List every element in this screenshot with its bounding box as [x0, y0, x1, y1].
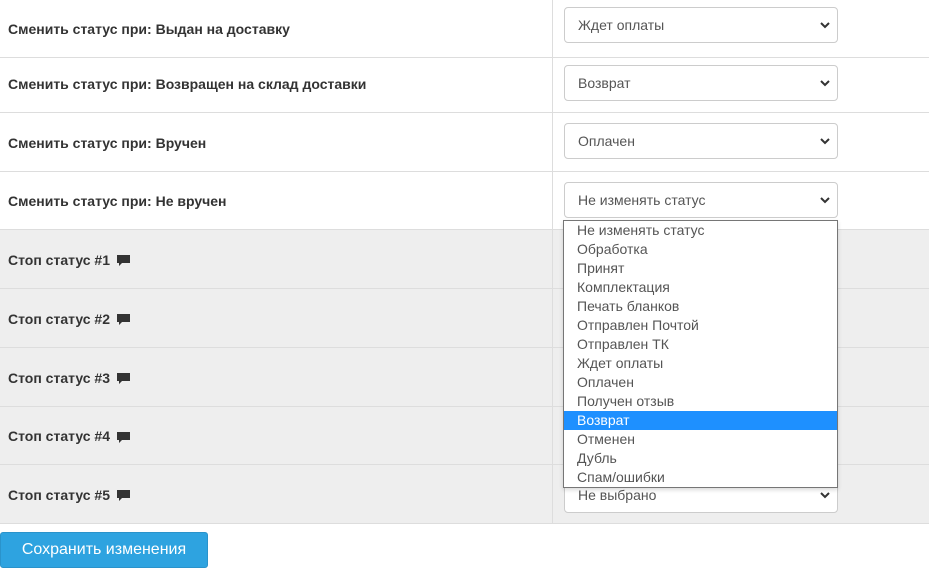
dropdown-option[interactable]: Комплектация: [564, 278, 837, 297]
settings-row: Сменить статус при: Возвращен на склад д…: [0, 54, 929, 113]
select-value: Не выбрано: [578, 487, 657, 503]
value-cell: Оплачен: [552, 113, 929, 172]
status-dropdown-list[interactable]: Не изменять статус Обработка Принят Комп…: [563, 220, 838, 488]
row-label: Сменить статус при: Не вручен: [8, 172, 227, 230]
row-label-text: Стоп статус #3: [8, 369, 110, 386]
save-changes-button[interactable]: Сохранить изменения: [0, 532, 208, 568]
comment-icon[interactable]: [116, 254, 131, 267]
dropdown-option[interactable]: Печать бланков: [564, 297, 837, 316]
settings-row: Сменить статус при: Выдан на доставку Жд…: [0, 0, 929, 58]
dropdown-option-highlighted[interactable]: Возврат: [564, 411, 837, 430]
row-label-text: Стоп статус #5: [8, 486, 110, 503]
row-label: Стоп статус #2: [8, 289, 131, 348]
row-label: Стоп статус #4: [8, 407, 131, 465]
dropdown-option[interactable]: Отменен: [564, 430, 837, 449]
dropdown-option[interactable]: Обработка: [564, 240, 837, 259]
dropdown-option[interactable]: Отправлен ТК: [564, 335, 837, 354]
value-cell: Ждет оплаты: [552, 0, 929, 58]
chevron-down-icon: [820, 80, 830, 87]
status-select[interactable]: Не изменять статус: [564, 182, 838, 218]
select-value: Оплачен: [578, 133, 635, 149]
settings-row: Сменить статус при: Вручен Оплачен: [0, 113, 929, 172]
select-value: Не изменять статус: [578, 192, 706, 208]
chevron-down-icon: [820, 197, 830, 204]
row-label-text: Стоп статус #2: [8, 310, 110, 327]
select-value: Возврат: [578, 75, 631, 91]
status-select[interactable]: Возврат: [564, 65, 838, 101]
row-label-text: Сменить статус при: Выдан на доставку: [8, 21, 290, 37]
dropdown-option[interactable]: Ждет оплаты: [564, 354, 837, 373]
chevron-down-icon: [820, 138, 830, 145]
dropdown-option[interactable]: Отправлен Почтой: [564, 316, 837, 335]
row-label: Сменить статус при: Возвращен на склад д…: [8, 54, 366, 113]
value-cell: Возврат: [552, 54, 929, 113]
row-label: Сменить статус при: Вручен: [8, 113, 206, 172]
dropdown-option[interactable]: Спам/ошибки: [564, 468, 837, 487]
dropdown-option[interactable]: Принят: [564, 259, 837, 278]
comment-icon[interactable]: [116, 372, 131, 385]
row-label-text: Стоп статус #1: [8, 251, 110, 268]
select-value: Ждет оплаты: [578, 17, 665, 33]
dropdown-option[interactable]: Дубль: [564, 449, 837, 468]
row-label: Стоп статус #5: [8, 465, 131, 524]
dropdown-option[interactable]: Получен отзыв: [564, 392, 837, 411]
row-label-text: Стоп статус #4: [8, 428, 110, 444]
row-label: Стоп статус #3: [8, 348, 131, 407]
row-label-text: Сменить статус при: Вручен: [8, 134, 207, 151]
row-label-text: Сменить статус при: Не вручен: [8, 193, 227, 209]
row-label: Сменить статус при: Выдан на доставку: [8, 0, 290, 58]
comment-icon[interactable]: [116, 431, 131, 444]
comment-icon[interactable]: [116, 489, 131, 502]
status-select[interactable]: Оплачен: [564, 123, 838, 159]
row-label-text: Сменить статус при: Возвращен на склад д…: [8, 75, 367, 92]
dropdown-option[interactable]: Оплачен: [564, 373, 837, 392]
row-label: Стоп статус #1: [8, 230, 131, 289]
comment-icon[interactable]: [116, 313, 131, 326]
chevron-down-icon: [820, 492, 830, 499]
chevron-down-icon: [820, 22, 830, 29]
dropdown-option[interactable]: Не изменять статус: [564, 221, 837, 240]
status-select[interactable]: Ждет оплаты: [564, 7, 838, 43]
